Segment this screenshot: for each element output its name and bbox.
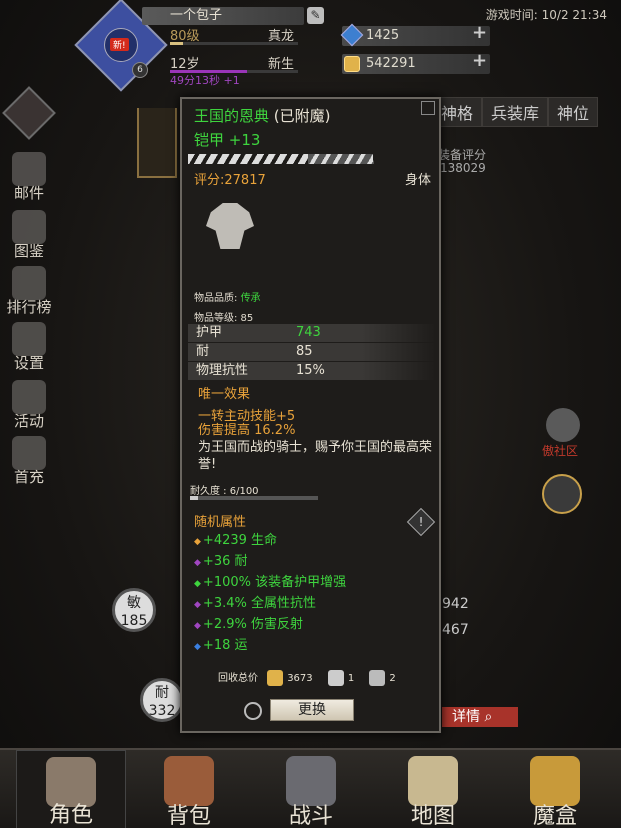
random-attr: ◆ +36 耐 xyxy=(194,554,248,569)
tab-armory[interactable]: 兵装库 xyxy=(482,97,549,127)
sidebar-item-first-recharge[interactable]: 首充 xyxy=(4,436,54,487)
exp-bar xyxy=(170,42,298,45)
sidebar-item-events[interactable]: 活动 xyxy=(4,380,54,431)
stat-right-1: 942 xyxy=(442,596,469,612)
stat-row: 耐 85 xyxy=(188,343,436,361)
item-tooltip: 王国的恩典 (已附魔) 铠甲 +13 评分:27817 身体 物品品质: 传承 … xyxy=(180,97,441,733)
nav-map[interactable]: 地图 xyxy=(378,750,488,828)
ore-icon xyxy=(327,670,344,686)
sidebar-item-settings[interactable]: 设置 xyxy=(4,322,54,373)
armor-icon xyxy=(206,203,254,249)
item-description: 为王国而战的骑士，赐予你王国的最高荣誉! xyxy=(198,440,433,472)
ranking-icon xyxy=(12,266,46,300)
item-slot: 身体 xyxy=(404,173,431,188)
recycle-value: 回收总价 3673 1 2 xyxy=(218,669,408,686)
random-attr: ◆ +2.9% 伤害反射 xyxy=(194,617,303,632)
stat-right-2: 467 xyxy=(442,622,469,638)
random-attr: ◆ +4239 生命 xyxy=(194,533,278,548)
banner xyxy=(137,108,177,178)
game-time: 游戏时间: 10/2 21:34 xyxy=(485,8,607,22)
info-icon[interactable]: ! xyxy=(406,507,436,537)
book-icon xyxy=(12,210,46,244)
endurance-stat: 耐 332 xyxy=(140,678,184,722)
settings-icon[interactable] xyxy=(244,702,262,720)
random-attr: ◆ +18 运 xyxy=(194,638,248,653)
character-tabs: 神格 兵装库 神位 xyxy=(432,97,599,127)
item-type: 铠甲 +13 xyxy=(194,131,261,149)
nav-magic-box[interactable]: 魔盒 xyxy=(500,750,610,828)
new-badge: 新! xyxy=(110,38,129,51)
item-name: 王国的恩典 (已附魔) xyxy=(194,107,331,125)
agility-stat: 敏 185 xyxy=(112,588,156,632)
gear-icon xyxy=(12,322,46,356)
gem-count: 1425 xyxy=(342,26,490,46)
stat-row: 物理抗性 15% xyxy=(188,362,436,380)
bottom-nav: 角色 背包 战斗 地图 魔盒 xyxy=(0,748,621,828)
crown-icon[interactable] xyxy=(542,474,582,514)
gift-icon xyxy=(12,436,46,470)
event-icon xyxy=(12,380,46,414)
nav-battle[interactable]: 战斗 xyxy=(256,750,366,828)
guild-label[interactable]: 傲社区 xyxy=(542,442,578,459)
unique-effect-title: 唯一效果 xyxy=(198,387,251,402)
random-attr: ◆ +3.4% 全属性抗性 xyxy=(194,596,316,611)
gold-count: 542291 xyxy=(342,54,490,74)
item-quality: 物品品质: 传承 xyxy=(194,293,261,304)
player-name: 一个包子 xyxy=(142,7,304,25)
stat-row: 护甲 743 xyxy=(188,324,436,342)
add-gold-button[interactable]: + xyxy=(472,50,487,71)
tab-god-rank[interactable]: 神位 xyxy=(548,97,599,127)
details-button[interactable]: 详情 ⌕ xyxy=(442,707,518,727)
gold-icon xyxy=(344,56,360,72)
add-gem-button[interactable]: + xyxy=(472,22,487,43)
random-attributes-title: 随机属性 xyxy=(194,515,247,530)
gold-icon xyxy=(267,670,284,686)
crystal-icon xyxy=(369,670,386,686)
edit-icon[interactable]: ✎ xyxy=(307,7,324,24)
sidebar-item-codex[interactable]: 图鉴 xyxy=(4,210,54,261)
small-level-badge: 6 xyxy=(132,62,148,78)
durability-bar xyxy=(190,496,318,500)
item-score: 评分:27817 xyxy=(194,173,266,188)
equipment-score-value: 138029 xyxy=(440,161,486,175)
sidebar-item-ranking[interactable]: 排行榜 xyxy=(4,266,54,317)
mail-icon xyxy=(12,152,46,186)
unique-effect-2: 伤害提高 16.2% xyxy=(198,423,296,438)
search-icon: ⌕ xyxy=(484,709,493,725)
lock-icon[interactable] xyxy=(421,101,435,115)
random-attr: ◆ +100% 该装备护甲增强 xyxy=(194,575,347,590)
sidebar-item-mail[interactable]: 邮件 xyxy=(4,152,54,203)
durability-label: 耐久度 : 6/100 xyxy=(190,486,259,497)
enhance-stripe-empty xyxy=(308,154,374,164)
nav-character[interactable]: 角色 xyxy=(16,750,126,828)
nav-backpack[interactable]: 背包 xyxy=(134,750,244,828)
item-level: 物品等级: 85 xyxy=(194,313,254,324)
guild-icon[interactable] xyxy=(546,408,580,442)
timer: 49分13秒 +1 xyxy=(170,74,240,87)
replace-button[interactable]: 更换 xyxy=(270,699,354,721)
